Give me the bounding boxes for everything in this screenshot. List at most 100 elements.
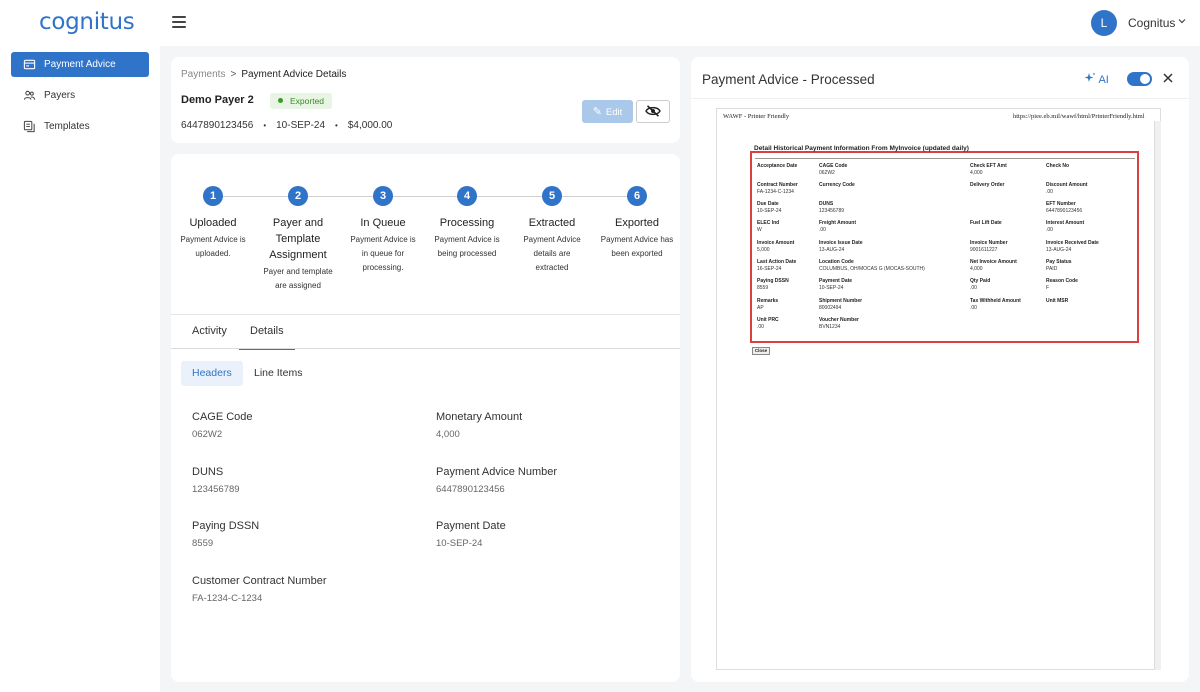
status-dot-icon [278,98,283,103]
field-cage-code: CAGE Code 062W2 [192,411,253,440]
doc-value: .00 [970,305,977,311]
doc-value: 16-SEP-24 [757,266,782,272]
doc-heading: Detail Historical Payment Information Fr… [754,145,969,152]
doc-key: Check EFT Amt [970,163,1007,169]
doc-value: 6447890123456 [1046,208,1083,214]
field-label: Customer Contract Number [192,575,327,587]
field-customer-contract-number: Customer Contract Number FA-1234-C-1234 [192,575,327,604]
step-in-queue: 3 In Queue Payment Advice is in queue fo… [341,186,425,275]
doc-key: CAGE Code [819,163,848,169]
doc-value: 123456789 [819,208,845,214]
doc-value: .00 [970,285,977,291]
payment-date: 10-SEP-24 [276,120,326,131]
doc-key: Due Date [757,201,779,207]
sidebar-item-payment-advice[interactable]: Payment Advice [11,52,149,77]
doc-value: 8559 [757,285,769,291]
doc-header-right: https://piee.eb.mil/wawf/html/PrinterFri… [1013,113,1145,120]
doc-key: Check No [1046,163,1070,169]
doc-value: F [1046,285,1050,291]
doc-cell: Check EFT Amt 4,000 [970,163,1007,177]
sidebar-item-payers[interactable]: Payers [11,83,149,108]
step-uploaded: 1 Uploaded Payment Advice is uploaded. [171,186,255,261]
breadcrumb-link-payments[interactable]: Payments [181,69,225,80]
doc-value: BVN1234 [819,324,841,330]
user-name[interactable]: Cognitus [1128,16,1175,30]
step-description: Payment Advice has been exported [600,235,674,258]
doc-cell: Net Invoice Amount 4,000 [970,259,1017,273]
field-label: Paying DSSN [192,520,260,532]
payer-name: Demo Payer 2 [181,94,254,106]
tab-details[interactable]: Details [239,325,295,350]
doc-key: Remarks [757,298,779,304]
doc-key: Net Invoice Amount [970,259,1017,265]
doc-cell: Unit MSR [1046,298,1068,305]
doc-cell: Freight Amount .00 [819,220,856,234]
tabs-divider [171,348,680,349]
ai-toggle[interactable] [1127,72,1152,86]
doc-value: .00 [757,324,764,330]
subtab-headers[interactable]: Headers [181,361,243,386]
doc-value: 062W2 [819,170,835,176]
subtab-line-items[interactable]: Line Items [243,361,313,386]
doc-value: FA-1234-C-1234 [757,189,794,195]
doc-heading-rule [755,158,1135,159]
doc-value: 5,000 [757,247,770,253]
doc-scrollbar[interactable] [1154,121,1161,670]
doc-cell: Invoice Issue Date 13-AUG-24 [819,240,863,254]
step-number: 1 [203,186,223,206]
doc-cell: Voucher Number BVN1234 [819,317,859,331]
doc-cell: Tax Withheld Amount .00 [970,298,1021,312]
field-label: DUNS [192,466,224,478]
section-divider [171,314,680,315]
doc-cell: Check No [1046,163,1069,170]
toggle-knob [1140,74,1150,84]
field-value: 6447890123456 [436,484,505,495]
bullet-separator: • [263,121,267,130]
app-logo[interactable]: cognitus [39,9,135,35]
edit-label: Edit [605,107,623,118]
ai-button[interactable]: AI [1084,72,1109,86]
doc-key: Currency Code [819,182,855,188]
doc-value: 13-AUG-24 [1046,247,1072,253]
hide-button[interactable] [636,100,670,123]
doc-key: Discount Amount [1046,182,1088,188]
templates-icon [23,120,35,133]
doc-cell: DUNS 123456789 [819,201,844,215]
sidebar-item-templates[interactable]: Templates [11,114,149,139]
step-processing: 4 Processing Payment Advice is being pro… [425,186,509,261]
doc-key: Payment Date [819,278,853,284]
doc-key: Last Action Date [757,259,797,265]
sidebar-item-label: Templates [44,121,90,132]
menu-icon[interactable] [172,16,186,28]
step-description: Payment Advice details are extracted [523,235,581,272]
avatar[interactable]: L [1091,10,1117,36]
doc-key: Freight Amount [819,220,857,226]
sidebar-item-label: Payers [44,90,76,101]
status-badge: Exported [270,93,333,109]
doc-key: Location Code [819,259,854,265]
doc-value: 9001611227 [970,247,998,253]
doc-cell: ELEC Ind W [757,220,779,234]
field-paying-dssn: Paying DSSN 8559 [192,520,259,549]
doc-value: 80002494 [819,305,842,311]
doc-value: W [757,227,762,233]
chevron-down-icon[interactable] [1177,16,1187,26]
close-icon[interactable] [1162,72,1174,84]
status-badge-label: Exported [290,96,325,106]
doc-key: Invoice Issue Date [819,240,863,246]
highlighted-region: Detail Historical Payment Information Fr… [750,145,1139,343]
doc-cell: Currency Code [819,182,855,189]
tab-activity[interactable]: Activity [192,325,227,337]
field-value: FA-1234-C-1234 [192,593,263,604]
edit-button[interactable]: ✎ Edit [582,100,633,123]
step-title: Processing [439,217,495,229]
field-payment-date: Payment Date 10-SEP-24 [436,520,506,549]
doc-close-button[interactable]: Close [752,347,770,355]
field-duns: DUNS 123456789 [192,466,240,495]
step-extracted: 5 Extracted Payment Advice details are e… [510,186,594,275]
sidebar-item-label: Payment Advice [44,59,116,70]
doc-key: Reason Code [1046,278,1078,284]
doc-key: Acceptance Date [757,163,798,169]
document-preview-panel: Payment Advice - Processed AI WAWF - Pri… [691,57,1189,682]
doc-key: Qty Paid [970,278,991,284]
